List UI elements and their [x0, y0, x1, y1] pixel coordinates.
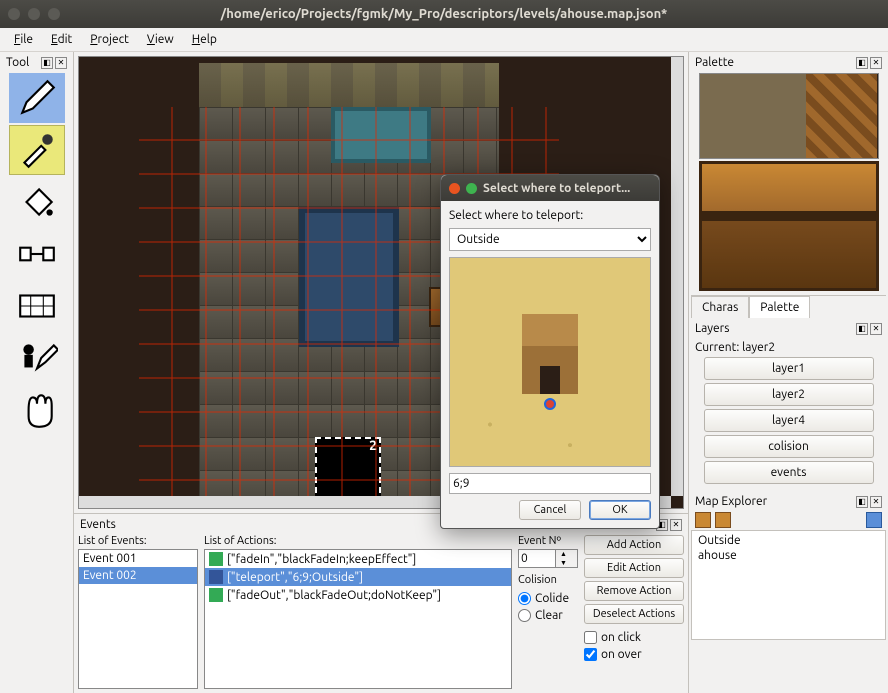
tool-dropper[interactable]: [9, 125, 65, 175]
teleport-coord-input[interactable]: [449, 473, 651, 494]
layer-btn-layer1[interactable]: layer1: [704, 357, 874, 380]
teleport-marker-icon: [544, 398, 556, 410]
layer-btn-layer4[interactable]: layer4: [704, 409, 874, 432]
list-actions-label: List of Actions:: [204, 535, 512, 547]
layer-btn-layer2[interactable]: layer2: [704, 383, 874, 406]
action-teleport-icon: [209, 570, 223, 584]
explorer-house-icon[interactable]: [695, 512, 711, 528]
event-row-002[interactable]: Event 002: [79, 567, 197, 584]
explorer-close-icon[interactable]: ✕: [870, 496, 882, 508]
deselect-actions-button[interactable]: Deselect Actions: [584, 604, 684, 624]
spinner-down-icon[interactable]: ▼: [555, 559, 571, 568]
action-row-1[interactable]: ["teleport","6;9;Outside"]: [205, 568, 511, 586]
palette-close-icon[interactable]: ✕: [870, 57, 882, 69]
explorer-gear-icon[interactable]: [866, 512, 882, 528]
dialog-close-icon[interactable]: [449, 183, 460, 194]
panel-undock-icon[interactable]: ◧: [41, 57, 53, 69]
dialog-label: Select where to teleport:: [449, 209, 651, 222]
list-events-label: List of Events:: [78, 535, 198, 547]
palette-undock-icon[interactable]: ◧: [856, 57, 868, 69]
menu-file[interactable]: File: [6, 30, 41, 49]
window-titlebar: /home/erico/Projects/fgmk/My_Pro/descrip…: [0, 0, 888, 28]
layers-current-label: Current: layer2: [695, 341, 882, 354]
radio-clear[interactable]: Clear: [518, 609, 578, 622]
tool-line[interactable]: [9, 229, 65, 279]
dialog-min-icon[interactable]: [466, 183, 477, 194]
explorer-house2-icon[interactable]: [715, 512, 731, 528]
edit-action-button[interactable]: Edit Action: [584, 558, 684, 578]
layer-btn-events[interactable]: events: [704, 461, 874, 484]
panel-close-icon[interactable]: ✕: [55, 57, 67, 69]
canvas-scroll-v[interactable]: [671, 57, 683, 496]
events-panel: Events ◧ ✕ List of Events: Event 001 Eve…: [74, 513, 688, 693]
tool-bucket[interactable]: [9, 177, 65, 227]
event-marker-2: 2: [369, 437, 377, 453]
menu-edit[interactable]: Edit: [43, 30, 80, 49]
menu-project[interactable]: Project: [82, 30, 137, 49]
teleport-dialog: Select where to teleport... Select where…: [440, 174, 660, 529]
spinner-up-icon[interactable]: ▲: [555, 550, 571, 559]
tile-preview-chest[interactable]: [699, 161, 879, 291]
menu-view[interactable]: View: [139, 30, 182, 49]
tool-chara-pen[interactable]: [9, 333, 65, 383]
explorer-item-ahouse[interactable]: ahouse: [694, 548, 883, 563]
events-list[interactable]: Event 001 Event 002: [78, 549, 198, 689]
event-row-001[interactable]: Event 001: [79, 550, 197, 567]
dialog-ok-button[interactable]: OK: [589, 500, 651, 520]
layers-close-icon[interactable]: ✕: [870, 323, 882, 335]
explorer-item-outside[interactable]: Outside: [694, 533, 883, 548]
window-title: /home/erico/Projects/fgmk/My_Pro/descrip…: [0, 7, 888, 21]
palette-panel: Palette ◧ ✕ Charas Palette: [691, 54, 886, 318]
tool-rect[interactable]: [9, 281, 65, 331]
layers-panel: Layers ◧ ✕ Current: layer2 layer1 layer2…: [691, 320, 886, 491]
action-fadeout-icon: [209, 588, 223, 602]
events-close-icon[interactable]: ✕: [670, 519, 682, 531]
teleport-map-select[interactable]: Outside: [449, 228, 651, 251]
tab-charas[interactable]: Charas: [691, 296, 749, 318]
check-onover[interactable]: on over: [584, 648, 684, 661]
radio-colide[interactable]: Colide: [518, 592, 578, 605]
remove-action-button[interactable]: Remove Action: [584, 581, 684, 601]
event-num-input[interactable]: [519, 550, 555, 567]
explorer-undock-icon[interactable]: ◧: [856, 496, 868, 508]
menubar: File Edit Project View Help: [0, 28, 888, 52]
tileset-preview[interactable]: [699, 73, 879, 159]
check-onclick[interactable]: on click: [584, 631, 684, 644]
colision-label: Colision: [518, 574, 578, 586]
action-row-2[interactable]: ["fadeOut","blackFadeOut;doNotKeep"]: [205, 586, 511, 604]
layers-undock-icon[interactable]: ◧: [856, 323, 868, 335]
explorer-list[interactable]: Outside ahouse: [691, 530, 886, 640]
tool-panel-title: Tool: [6, 56, 29, 69]
event-num-spinner[interactable]: ▲▼: [518, 549, 578, 568]
tool-panel: Tool ◧ ✕: [0, 52, 74, 693]
tool-pan[interactable]: [9, 385, 65, 435]
add-action-button[interactable]: Add Action: [584, 535, 684, 555]
palette-title: Palette: [695, 56, 734, 69]
actions-list[interactable]: ["fadeIn","blackFadeIn;keepEffect"] ["te…: [204, 549, 512, 689]
tool-pen[interactable]: [9, 73, 65, 123]
dialog-title: Select where to teleport...: [483, 182, 630, 195]
dialog-cancel-button[interactable]: Cancel: [519, 500, 581, 520]
menu-help[interactable]: Help: [184, 30, 225, 49]
layers-title: Layers: [695, 322, 729, 335]
map-explorer-title: Map Explorer: [695, 495, 767, 508]
action-row-0[interactable]: ["fadeIn","blackFadeIn;keepEffect"]: [205, 550, 511, 568]
event-num-label: Event Nº: [518, 535, 578, 547]
tab-palette[interactable]: Palette: [749, 296, 810, 318]
map-explorer-panel: Map Explorer ◧ ✕ Outside ahouse: [691, 493, 886, 691]
layer-btn-colision[interactable]: colision: [704, 435, 874, 458]
events-title: Events: [80, 518, 116, 531]
teleport-preview[interactable]: [449, 257, 651, 467]
action-fade-icon: [209, 552, 223, 566]
